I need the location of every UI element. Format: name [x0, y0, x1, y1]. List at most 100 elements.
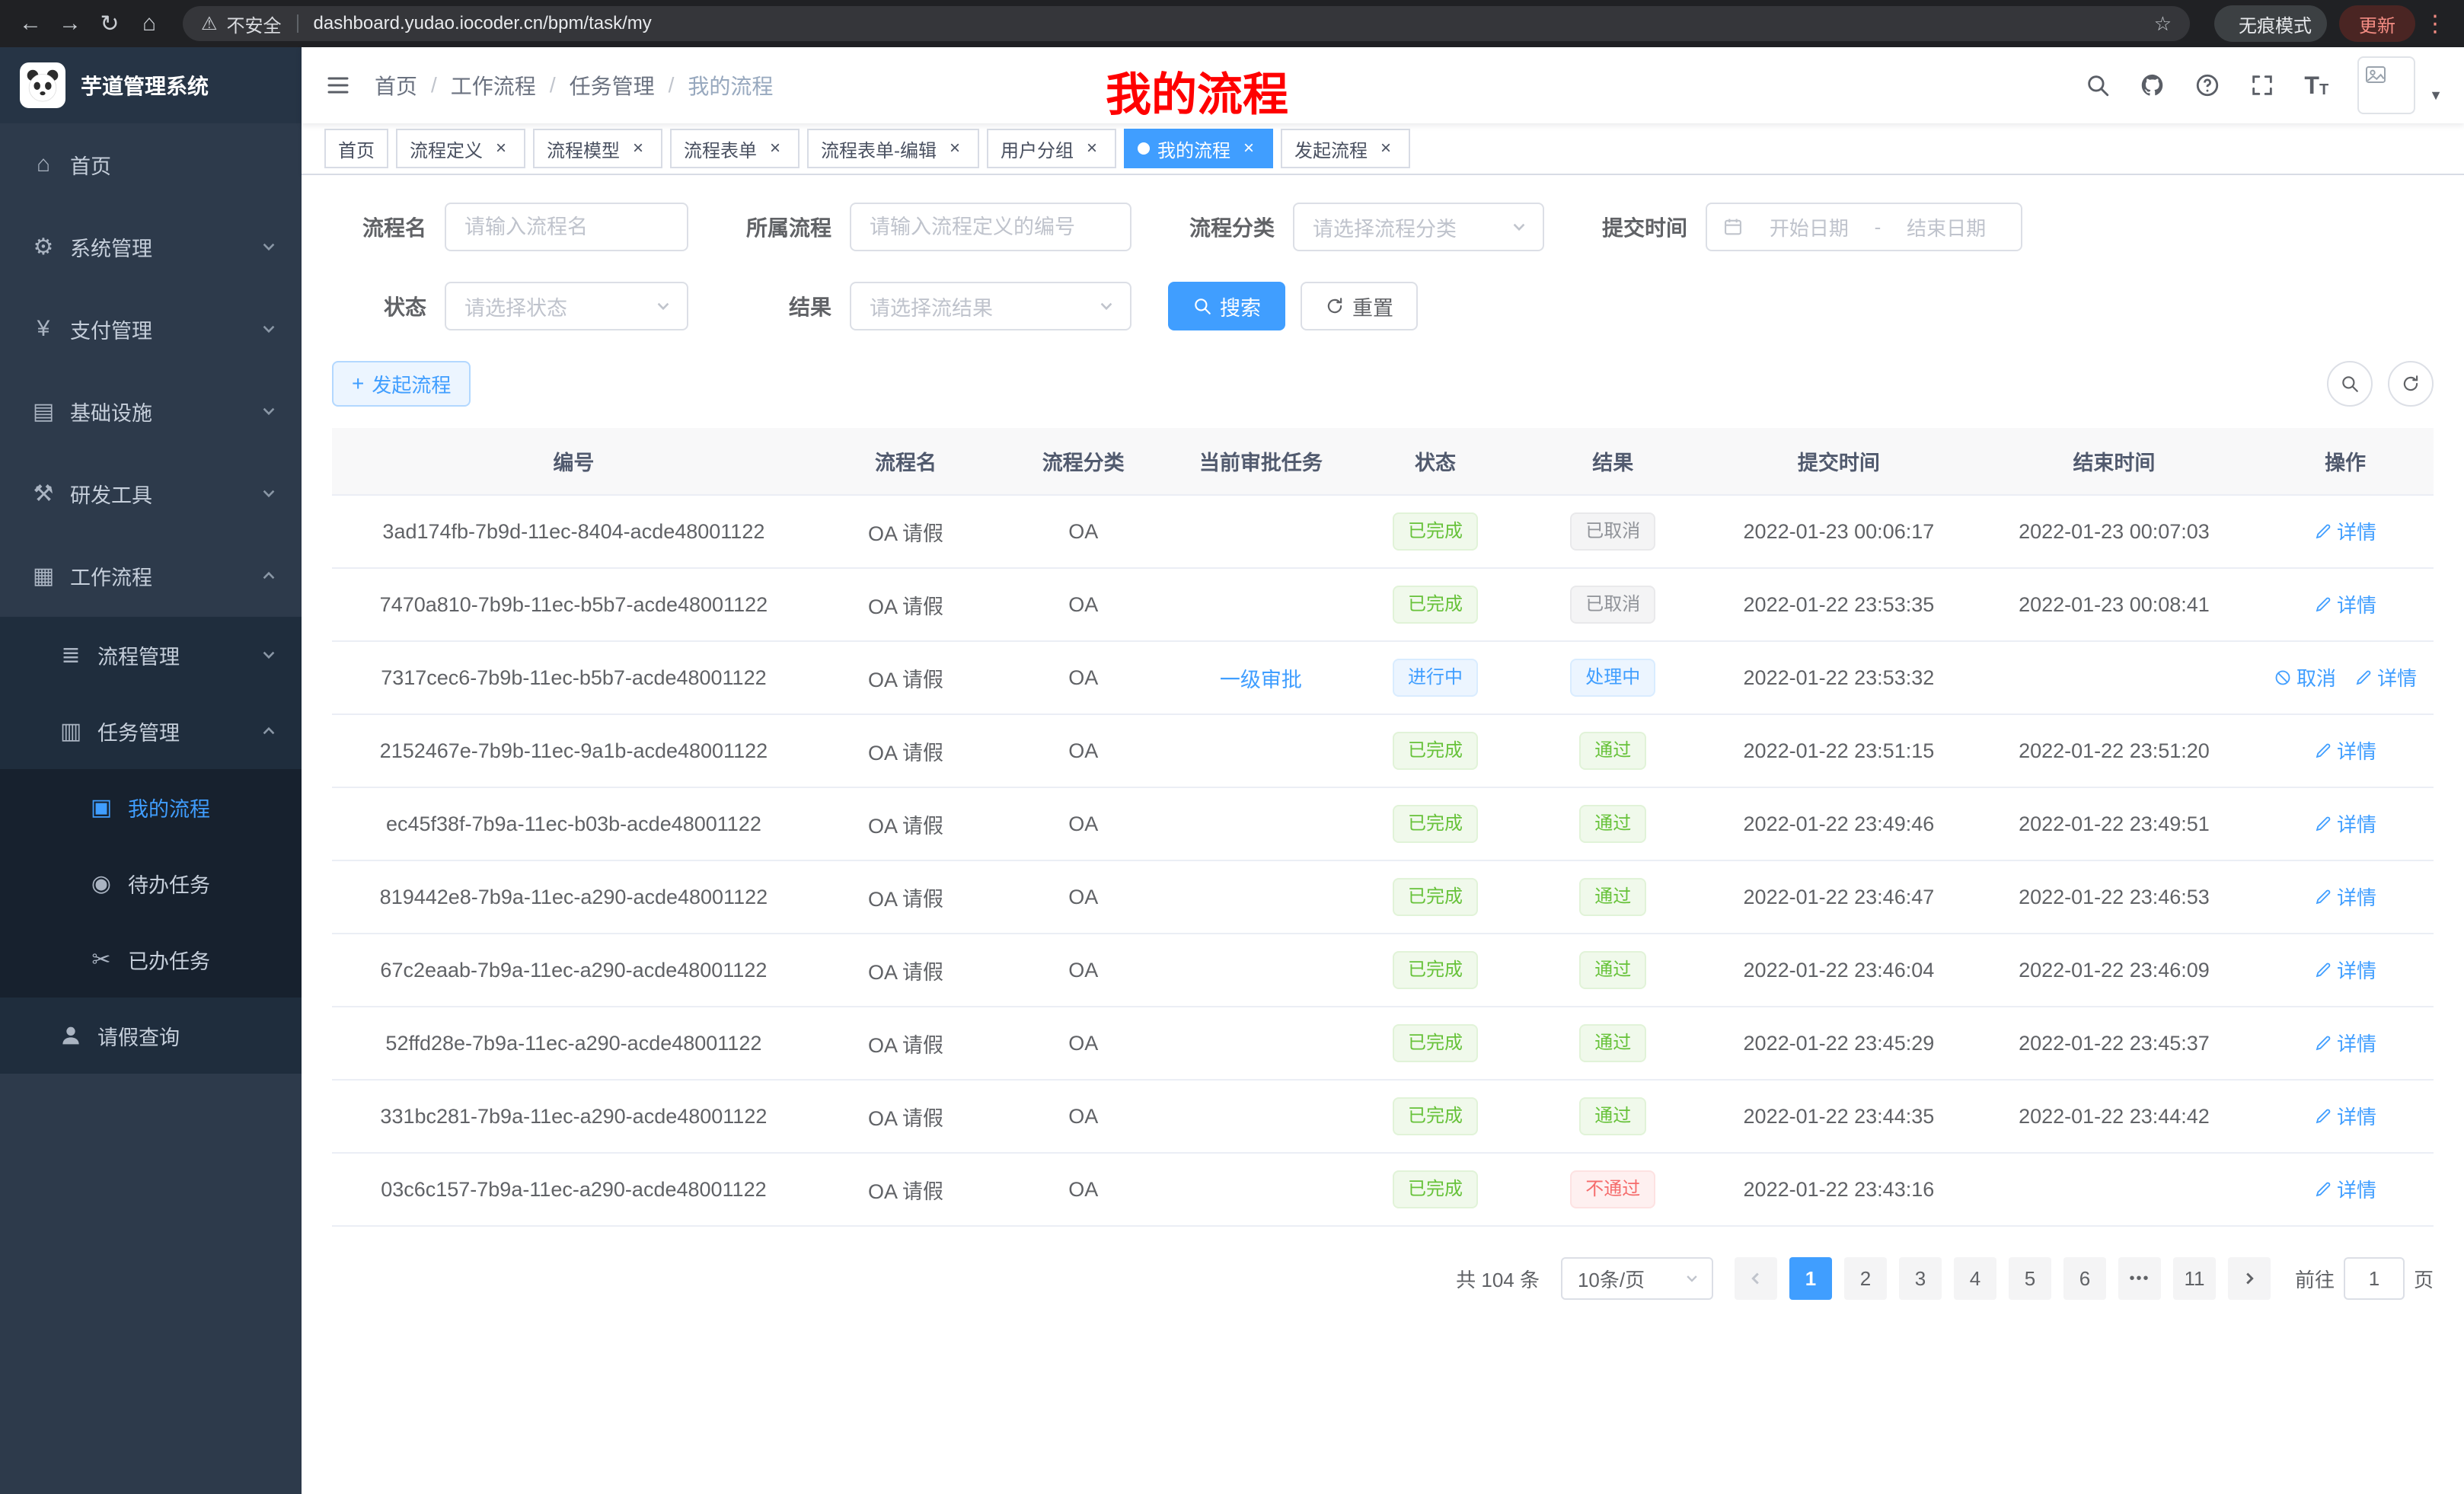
detail-action[interactable]: 详情: [2314, 956, 2376, 984]
sidebar-item-0[interactable]: ⌂首页: [0, 123, 302, 206]
page-button-5[interactable]: 5: [2009, 1257, 2051, 1300]
font-size-icon[interactable]: TT: [2304, 73, 2328, 97]
category-select[interactable]: 请选择流程分类: [1293, 203, 1544, 251]
app-logo: 芋道管理系统: [0, 47, 302, 123]
sidebar-item-5[interactable]: ▦工作流程: [0, 535, 302, 617]
tab-3[interactable]: 流程表单×: [670, 129, 800, 168]
filter-submit-time: 提交时间 开始日期 - 结束日期: [1581, 203, 2022, 251]
detail-action[interactable]: 详情: [2314, 517, 2376, 545]
process-id-input[interactable]: [850, 203, 1131, 251]
detail-action[interactable]: 详情: [2314, 1029, 2376, 1057]
refresh-table-icon[interactable]: [2388, 361, 2434, 407]
next-page-button[interactable]: [2228, 1257, 2271, 1300]
tab-7[interactable]: 发起流程×: [1281, 129, 1410, 168]
detail-action[interactable]: 详情: [2314, 809, 2376, 838]
back-icon[interactable]: ←: [12, 5, 49, 42]
current-task-link[interactable]: 一级审批: [1220, 669, 1302, 691]
cell-submit-time: 2022-01-22 23:53:35: [1706, 568, 1971, 641]
detail-action[interactable]: 详情: [2354, 663, 2417, 691]
sidebar-item-1[interactable]: ⚙系统管理: [0, 206, 302, 288]
reload-icon[interactable]: ↻: [91, 5, 128, 42]
detail-action[interactable]: 详情: [2314, 1102, 2376, 1130]
forward-icon[interactable]: →: [52, 5, 88, 42]
tab-close-icon[interactable]: ×: [764, 138, 786, 159]
prev-page-button[interactable]: [1735, 1257, 1777, 1300]
search-icon[interactable]: [2085, 72, 2111, 98]
tab-2[interactable]: 流程模型×: [533, 129, 662, 168]
cell-process-name: OA 请假: [815, 1007, 996, 1080]
chevron-down-icon: [260, 646, 277, 663]
cancel-action[interactable]: 取消: [2274, 663, 2336, 691]
sidebar-item-11[interactable]: 请假查询: [0, 998, 302, 1074]
cell-process-name: OA 请假: [815, 787, 996, 860]
page-button-4[interactable]: 4: [1954, 1257, 1996, 1300]
tab-0[interactable]: 首页: [324, 129, 388, 168]
filter-name-label: 流程名: [332, 212, 426, 242]
sidebar-item-8[interactable]: ▣我的流程: [0, 769, 302, 845]
sidebar-item-9[interactable]: ◉待办任务: [0, 845, 302, 921]
tab-close-icon[interactable]: ×: [627, 138, 649, 159]
page-button-11[interactable]: 11: [2173, 1257, 2216, 1300]
sidebar-item-3[interactable]: ▤基础设施: [0, 370, 302, 452]
page-button-1[interactable]: 1: [1789, 1257, 1832, 1300]
tab-close-icon[interactable]: ×: [490, 138, 512, 159]
sidebar-item-label: 任务管理: [97, 717, 180, 746]
fullscreen-icon[interactable]: [2249, 72, 2275, 98]
status-select[interactable]: 请选择状态: [445, 282, 688, 330]
toggle-search-icon[interactable]: [2327, 361, 2373, 407]
tab-close-icon[interactable]: ×: [1238, 138, 1259, 159]
tab-close-icon[interactable]: ×: [944, 138, 965, 159]
tab-6[interactable]: 我的流程×: [1124, 129, 1273, 168]
browser-home-icon[interactable]: ⌂: [131, 5, 168, 42]
create-process-button[interactable]: + 发起流程: [332, 361, 471, 407]
category-select-placeholder: 请选择流程分类: [1313, 212, 1457, 242]
reset-button[interactable]: 重置: [1301, 282, 1418, 330]
process-name-input[interactable]: [445, 203, 688, 251]
result-select[interactable]: 请选择流结果: [850, 282, 1131, 330]
sidebar-item-6[interactable]: ≣流程管理: [0, 617, 302, 693]
date-range-picker[interactable]: 开始日期 - 结束日期: [1706, 203, 2022, 251]
tab-4[interactable]: 流程表单-编辑×: [807, 129, 979, 168]
update-button[interactable]: 更新: [2339, 5, 2415, 42]
breadcrumb-item[interactable]: 工作流程: [451, 70, 536, 101]
sidebar-item-label: 首页: [70, 150, 111, 180]
tab-close-icon[interactable]: ×: [1375, 138, 1396, 159]
detail-action[interactable]: 详情: [2314, 883, 2376, 911]
detail-action[interactable]: 详情: [2314, 1175, 2376, 1203]
sidebar-item-7[interactable]: ▥任务管理: [0, 693, 302, 769]
goto-page-input[interactable]: [2344, 1257, 2405, 1300]
breadcrumb-item[interactable]: 首页: [375, 70, 417, 101]
tab-5[interactable]: 用户分组×: [987, 129, 1116, 168]
page-size-select[interactable]: 10条/页: [1561, 1257, 1713, 1300]
page-button-6[interactable]: 6: [2063, 1257, 2106, 1300]
sidebar-item-2[interactable]: ¥支付管理: [0, 288, 302, 370]
avatar-caret-down-icon[interactable]: ▼: [2429, 88, 2443, 104]
browser-menu-dots-icon[interactable]: ⋮: [2418, 11, 2452, 37]
sidebar-item-10[interactable]: ✂已办任务: [0, 921, 302, 998]
goto-label: 前往: [2295, 1265, 2335, 1293]
chevron-down-icon: [260, 485, 277, 502]
sidebar-item-4[interactable]: ⚒研发工具: [0, 452, 302, 535]
tab-close-icon[interactable]: ×: [1081, 138, 1103, 159]
cell-category: OA: [996, 934, 1170, 1007]
page-button-2[interactable]: 2: [1844, 1257, 1887, 1300]
cell-category: OA: [996, 495, 1170, 568]
detail-action[interactable]: 详情: [2314, 736, 2376, 765]
help-question-icon[interactable]: [2194, 72, 2220, 98]
pager-ellipsis[interactable]: •••: [2118, 1257, 2161, 1300]
search-button[interactable]: 搜索: [1168, 282, 1285, 330]
hamburger-icon[interactable]: [302, 47, 375, 123]
bookmark-star-icon[interactable]: ☆: [2154, 12, 2172, 36]
status-badge: 已完成: [1393, 1097, 1478, 1135]
avatar[interactable]: [2357, 56, 2415, 114]
url-bar[interactable]: ⚠ 不安全 dashboard.yudao.iocoder.cn/bpm/tas…: [183, 6, 2190, 41]
github-icon[interactable]: [2140, 72, 2166, 98]
detail-action[interactable]: 详情: [2314, 590, 2376, 618]
column-header: 流程名: [815, 428, 996, 495]
tab-1[interactable]: 流程定义×: [396, 129, 525, 168]
breadcrumb-item[interactable]: 任务管理: [570, 70, 655, 101]
result-select-placeholder: 请选择流结果: [870, 292, 993, 321]
page-button-3[interactable]: 3: [1899, 1257, 1942, 1300]
column-header: 操作: [2257, 428, 2434, 495]
breadcrumb-separator: /: [550, 73, 556, 97]
